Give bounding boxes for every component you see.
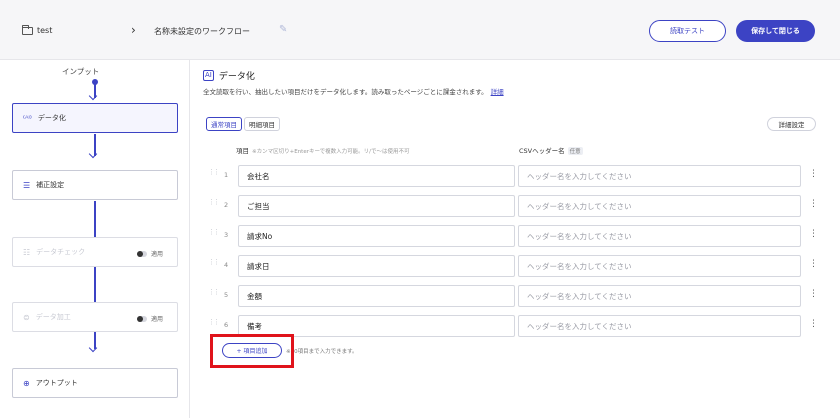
node-label: アウトプット	[35, 379, 78, 387]
toggle-label: 適用	[150, 251, 163, 258]
csv-header-field[interactable]: ヘッダー名を入力してください	[518, 255, 801, 277]
item-name-field[interactable]: 金額	[238, 285, 515, 307]
node-correction[interactable]: ☰ 補正設定	[12, 170, 178, 200]
more-options-icon[interactable]: ⋮	[809, 229, 818, 239]
chevron-right-icon: ›	[131, 23, 136, 37]
drag-handle-icon[interactable]	[208, 258, 218, 271]
item-name-field[interactable]: 請求No	[238, 225, 515, 247]
node-label: データチェック	[36, 248, 86, 256]
drag-handle-icon[interactable]	[208, 168, 218, 181]
item-name-field[interactable]: 会社名	[238, 165, 515, 187]
table-row: 3 請求No ヘッダー名を入力してください ⋮	[206, 225, 818, 247]
row-number: 5	[224, 291, 229, 299]
drag-handle-icon[interactable]	[208, 288, 218, 301]
highlight-box	[210, 334, 294, 368]
column-header-csv: CSVヘッダー名 任意	[519, 145, 583, 155]
list-icon: ☷	[23, 247, 31, 257]
drag-handle-icon[interactable]	[208, 318, 218, 331]
more-options-icon[interactable]: ⋮	[809, 259, 818, 269]
node-label: データ化	[37, 114, 66, 122]
item-name-field[interactable]: ご担当	[238, 195, 515, 217]
folder-icon	[22, 24, 33, 35]
column-item-hint: ※カンマ区切り+Enterキーで複数入力可能。リ/で〜は使用不可	[252, 149, 410, 155]
output-icon: ⊕	[23, 378, 30, 388]
process-icon: ⊜	[23, 312, 30, 322]
table-row: 4 請求日 ヘッダー名を入力してください ⋮	[206, 255, 818, 277]
node-label: 補正設定	[36, 181, 65, 189]
optional-tag: 任意	[567, 147, 583, 155]
csv-header-field[interactable]: ヘッダー名を入力してください	[518, 195, 801, 217]
more-options-icon[interactable]: ⋮	[809, 169, 818, 179]
table-row: 2 ご担当 ヘッダー名を入力してください ⋮	[206, 195, 818, 217]
column-item-label: 項目	[236, 147, 249, 155]
item-tabs: 通常項目 明細項目	[206, 117, 280, 131]
table-row: 6 備考 ヘッダー名を入力してください ⋮	[206, 315, 818, 337]
workflow-sidebar: インプット ⁽ᴬᴵ⁾ データ化 ☰ 補正設定 ☷ データチェック 適用 ⊜ デー…	[0, 60, 190, 418]
node-data-extraction[interactable]: ⁽ᴬᴵ⁾ データ化	[12, 103, 178, 133]
workflow-title: 名称未設定のワークフロー	[154, 27, 250, 36]
apply-toggle[interactable]: 適用	[136, 249, 163, 258]
section-title-text: データ化	[218, 72, 255, 82]
tab-normal-items[interactable]: 通常項目	[206, 117, 242, 131]
row-number: 4	[224, 261, 229, 269]
save-close-button[interactable]: 保存して閉じる	[736, 20, 815, 42]
edit-icon[interactable]: ✎	[279, 24, 287, 35]
more-options-icon[interactable]: ⋮	[809, 199, 818, 209]
ai-icon: ⁽ᴬᴵ⁾	[23, 113, 32, 123]
row-number: 6	[224, 321, 229, 329]
drag-handle-icon[interactable]	[208, 228, 218, 241]
node-output[interactable]: ⊕ アウトプット	[12, 368, 178, 398]
ai-icon: AI	[203, 70, 214, 81]
column-csv-label: CSVヘッダー名	[519, 147, 565, 155]
csv-header-field[interactable]: ヘッダー名を入力してください	[518, 225, 801, 247]
section-description: 全文読取を行い、抽出したい項目だけをデータ化します。読み取ったページごとに課金さ…	[203, 86, 504, 96]
arrow-down-icon	[90, 151, 99, 157]
section-title: AI データ化	[203, 69, 255, 82]
column-header-item: 項目 ※カンマ区切り+Enterキーで複数入力可能。リ/で〜は使用不可	[236, 145, 410, 155]
tab-detail-items[interactable]: 明細項目	[244, 117, 280, 131]
csv-header-field[interactable]: ヘッダー名を入力してください	[518, 165, 801, 187]
folder-name: test	[37, 26, 53, 35]
node-data-process[interactable]: ⊜ データ加工 適用	[12, 302, 178, 332]
arrow-down-icon	[90, 345, 99, 351]
node-data-check[interactable]: ☷ データチェック 適用	[12, 237, 178, 267]
row-number: 2	[224, 201, 229, 209]
read-test-button[interactable]: 読取テスト	[649, 20, 726, 42]
top-header: test › 名称未設定のワークフロー ✎ 読取テスト 保存して閉じる	[0, 0, 840, 60]
arrow-down-icon	[90, 93, 99, 99]
toggle-label: 適用	[150, 316, 163, 323]
detail-link[interactable]: 詳細	[491, 88, 504, 96]
detail-settings-button[interactable]: 詳細設定	[767, 117, 816, 131]
csv-header-field[interactable]: ヘッダー名を入力してください	[518, 315, 801, 337]
row-number: 3	[224, 231, 229, 239]
more-options-icon[interactable]: ⋮	[809, 319, 818, 329]
toggle-switch[interactable]	[136, 315, 147, 322]
correction-icon: ☰	[23, 180, 31, 190]
apply-toggle[interactable]: 適用	[136, 314, 163, 323]
csv-header-field[interactable]: ヘッダー名を入力してください	[518, 285, 801, 307]
description-text: 全文読取を行い、抽出したい項目だけをデータ化します。読み取ったページごとに課金さ…	[203, 88, 488, 96]
node-label: データ加工	[35, 313, 71, 321]
drag-handle-icon[interactable]	[208, 198, 218, 211]
row-number: 1	[224, 171, 229, 179]
add-item-note: ※50項目まで入力できます。	[286, 349, 358, 355]
item-name-field[interactable]: 請求日	[238, 255, 515, 277]
toggle-switch[interactable]	[136, 250, 147, 257]
table-row: 5 金額 ヘッダー名を入力してください ⋮	[206, 285, 818, 307]
folder-breadcrumb[interactable]: test	[22, 24, 53, 35]
table-row: 1 会社名 ヘッダー名を入力してください ⋮	[206, 165, 818, 187]
input-label: インプット	[62, 67, 100, 76]
more-options-icon[interactable]: ⋮	[809, 289, 818, 299]
